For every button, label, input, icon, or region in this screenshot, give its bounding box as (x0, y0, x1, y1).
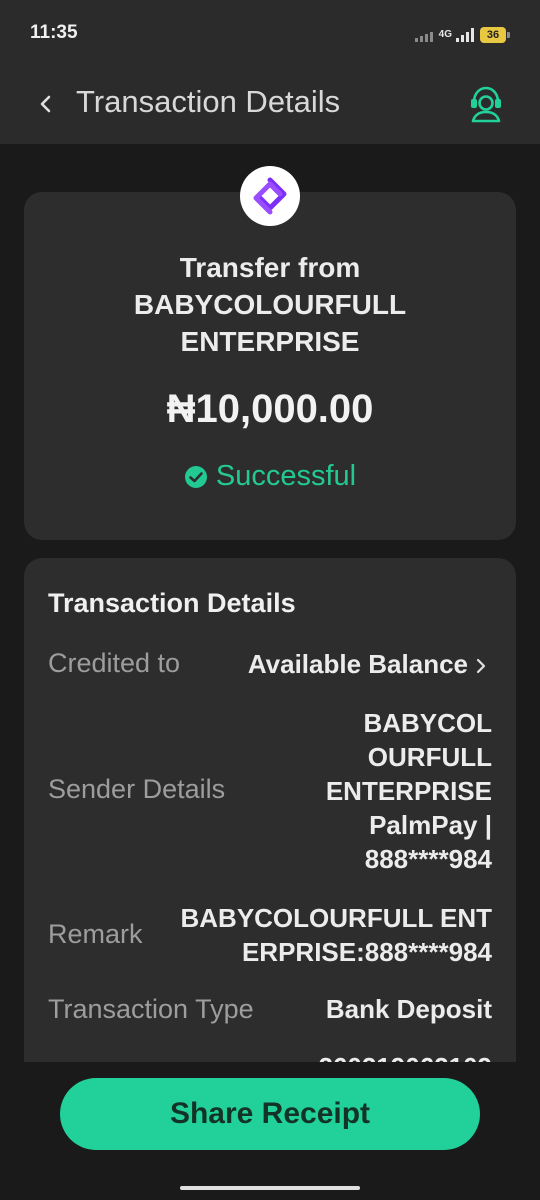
credited-to-value: Available Balance (247, 649, 468, 679)
status-time: 11:35 (30, 22, 78, 43)
details-heading: Transaction Details (48, 588, 296, 618)
share-receipt-button[interactable]: Share Receipt (60, 1078, 480, 1150)
sender-details-label: Sender Details (48, 774, 226, 804)
back-button[interactable] (28, 86, 64, 122)
transaction-amount: ₦10,000.00 (166, 387, 374, 431)
battery-level: 36 (480, 27, 506, 43)
sender-line: PalmPay | (369, 810, 492, 840)
transaction-type-label: Transaction Type (48, 994, 254, 1024)
sender-line: OURFULL (367, 742, 492, 772)
status-bar: 11:35 4G 36 (0, 0, 540, 68)
remark-line: BABYCOLOURFULL ENT (180, 903, 492, 933)
sender-details-value: BABYCOL OURFULL ENTERPRISE PalmPay | 888… (326, 706, 492, 876)
transaction-summary-card: Transfer from BABYCOLOURFULL ENTERPRISE … (24, 192, 516, 540)
chevron-right-icon (476, 659, 486, 674)
network-type: 4G (438, 29, 452, 40)
sender-line: 888****984 (364, 844, 492, 874)
cell-signal-icon (456, 28, 474, 42)
merchant-logo (240, 166, 300, 226)
transfer-title-line-3: ENTERPRISE (180, 326, 360, 357)
sender-line: BABYCOL (363, 708, 492, 738)
remark-label: Remark (48, 919, 143, 949)
credited-to-link[interactable]: Available Balance (248, 647, 486, 681)
sender-line: ENTERPRISE (325, 776, 492, 806)
status-badge: Successful (24, 460, 516, 493)
wifi-signal-icon (414, 28, 433, 42)
customer-support-icon (471, 86, 501, 123)
status-text: Successful (215, 460, 357, 492)
transfer-title-line-2: BABYCOLOURFULL (133, 289, 407, 320)
page-title: Transaction Details (76, 84, 341, 119)
remark-line: ERPRISE:888****984 (241, 937, 492, 967)
status-icons: 4G 36 (414, 24, 510, 46)
app-header: Transaction Details (0, 68, 540, 144)
battery-icon: 36 (480, 27, 510, 43)
transaction-details-card: Transaction Details Credited to Availabl… (24, 558, 516, 1118)
remark-value: BABYCOLOURFULL ENT ERPRISE:888****984 (180, 901, 492, 969)
chevron-left-icon (40, 95, 51, 113)
credited-to-label: Credited to (48, 648, 181, 678)
transaction-type-value: Bank Deposit (325, 994, 492, 1024)
home-indicator[interactable] (180, 1186, 360, 1190)
check-circle-icon (184, 465, 207, 488)
customer-support-button[interactable] (468, 84, 504, 124)
transfer-title-line-1: Transfer from (179, 252, 361, 283)
palmpay-logo-icon (253, 177, 287, 215)
